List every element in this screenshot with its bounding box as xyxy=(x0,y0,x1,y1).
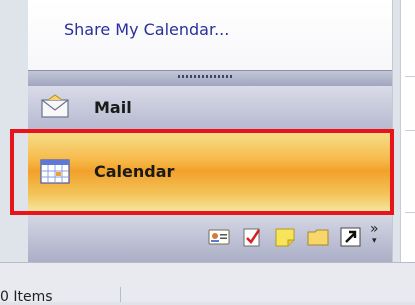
selection-highlight-box xyxy=(10,129,394,215)
splitter-grip[interactable] xyxy=(178,75,234,78)
nav-pane-shortcut-bar: » ▾ xyxy=(28,212,392,263)
shortcuts-icon[interactable] xyxy=(340,227,362,247)
pane-splitter[interactable] xyxy=(28,70,392,87)
share-my-calendar-link[interactable]: Share My Calendar... xyxy=(64,20,229,39)
configure-buttons-icon[interactable]: » ▾ xyxy=(370,222,379,247)
mail-nav-button[interactable]: Mail xyxy=(28,86,392,131)
notes-icon[interactable] xyxy=(274,227,296,247)
item-count: 0 Items xyxy=(0,289,53,305)
contacts-icon[interactable] xyxy=(208,227,230,247)
calendar-links-area: Share My Calendar... xyxy=(28,0,392,70)
folder-list-icon[interactable] xyxy=(307,227,329,247)
status-bar: 0 Items xyxy=(0,262,415,305)
mail-icon xyxy=(41,94,69,118)
mail-nav-label: Mail xyxy=(94,98,132,117)
status-separator xyxy=(120,287,121,302)
tasks-icon[interactable] xyxy=(241,227,263,247)
view-area-edge xyxy=(400,0,415,262)
